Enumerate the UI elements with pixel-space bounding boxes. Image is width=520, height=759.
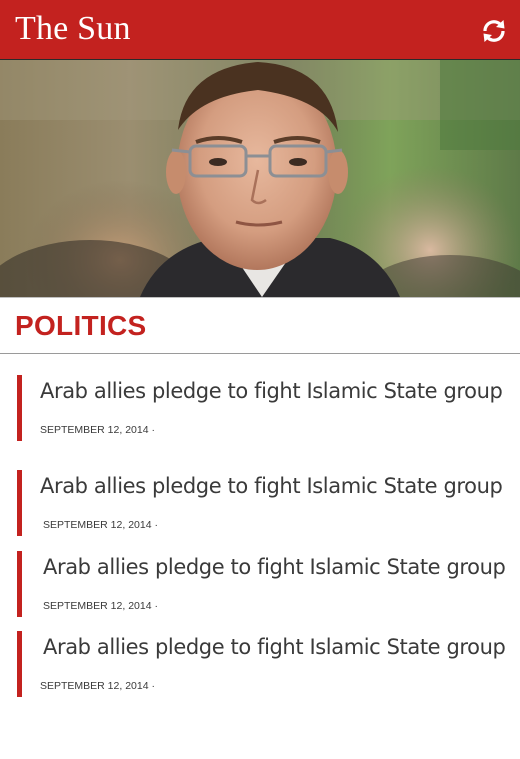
section-header: POLITICS xyxy=(0,297,520,354)
article-accent-bar xyxy=(17,375,22,441)
article-headline[interactable]: Arab allies pledge to fight Islamic Stat… xyxy=(40,472,503,500)
article-item[interactable]: Arab allies pledge to fight Islamic Stat… xyxy=(0,375,520,441)
article-item[interactable]: Arab allies pledge to fight Islamic Stat… xyxy=(0,551,520,617)
article-headline[interactable]: Arab allies pledge to fight Islamic Stat… xyxy=(40,377,503,405)
article-headline[interactable]: Arab allies pledge to fight Islamic Stat… xyxy=(43,553,506,581)
refresh-icon xyxy=(483,20,505,42)
article-date: SEPTEMBER 12, 2014 · xyxy=(40,424,155,436)
app-header: The Sun xyxy=(0,0,520,60)
article-accent-bar xyxy=(17,470,22,536)
article-headline[interactable]: Arab allies pledge to fight Islamic Stat… xyxy=(43,633,506,661)
article-accent-bar xyxy=(17,551,22,617)
article-date: SEPTEMBER 12, 2014 · xyxy=(40,680,155,692)
article-date: SEPTEMBER 12, 2014 · xyxy=(43,519,158,531)
section-title: POLITICS xyxy=(15,310,147,341)
article-item[interactable]: Arab allies pledge to fight Islamic Stat… xyxy=(0,631,520,697)
article-date: SEPTEMBER 12, 2014 · xyxy=(43,600,158,612)
hero-image[interactable] xyxy=(0,60,520,297)
app-title: The Sun xyxy=(15,10,131,47)
article-item[interactable]: Arab allies pledge to fight Islamic Stat… xyxy=(0,470,520,536)
article-accent-bar xyxy=(17,631,22,697)
refresh-button[interactable] xyxy=(480,17,508,45)
